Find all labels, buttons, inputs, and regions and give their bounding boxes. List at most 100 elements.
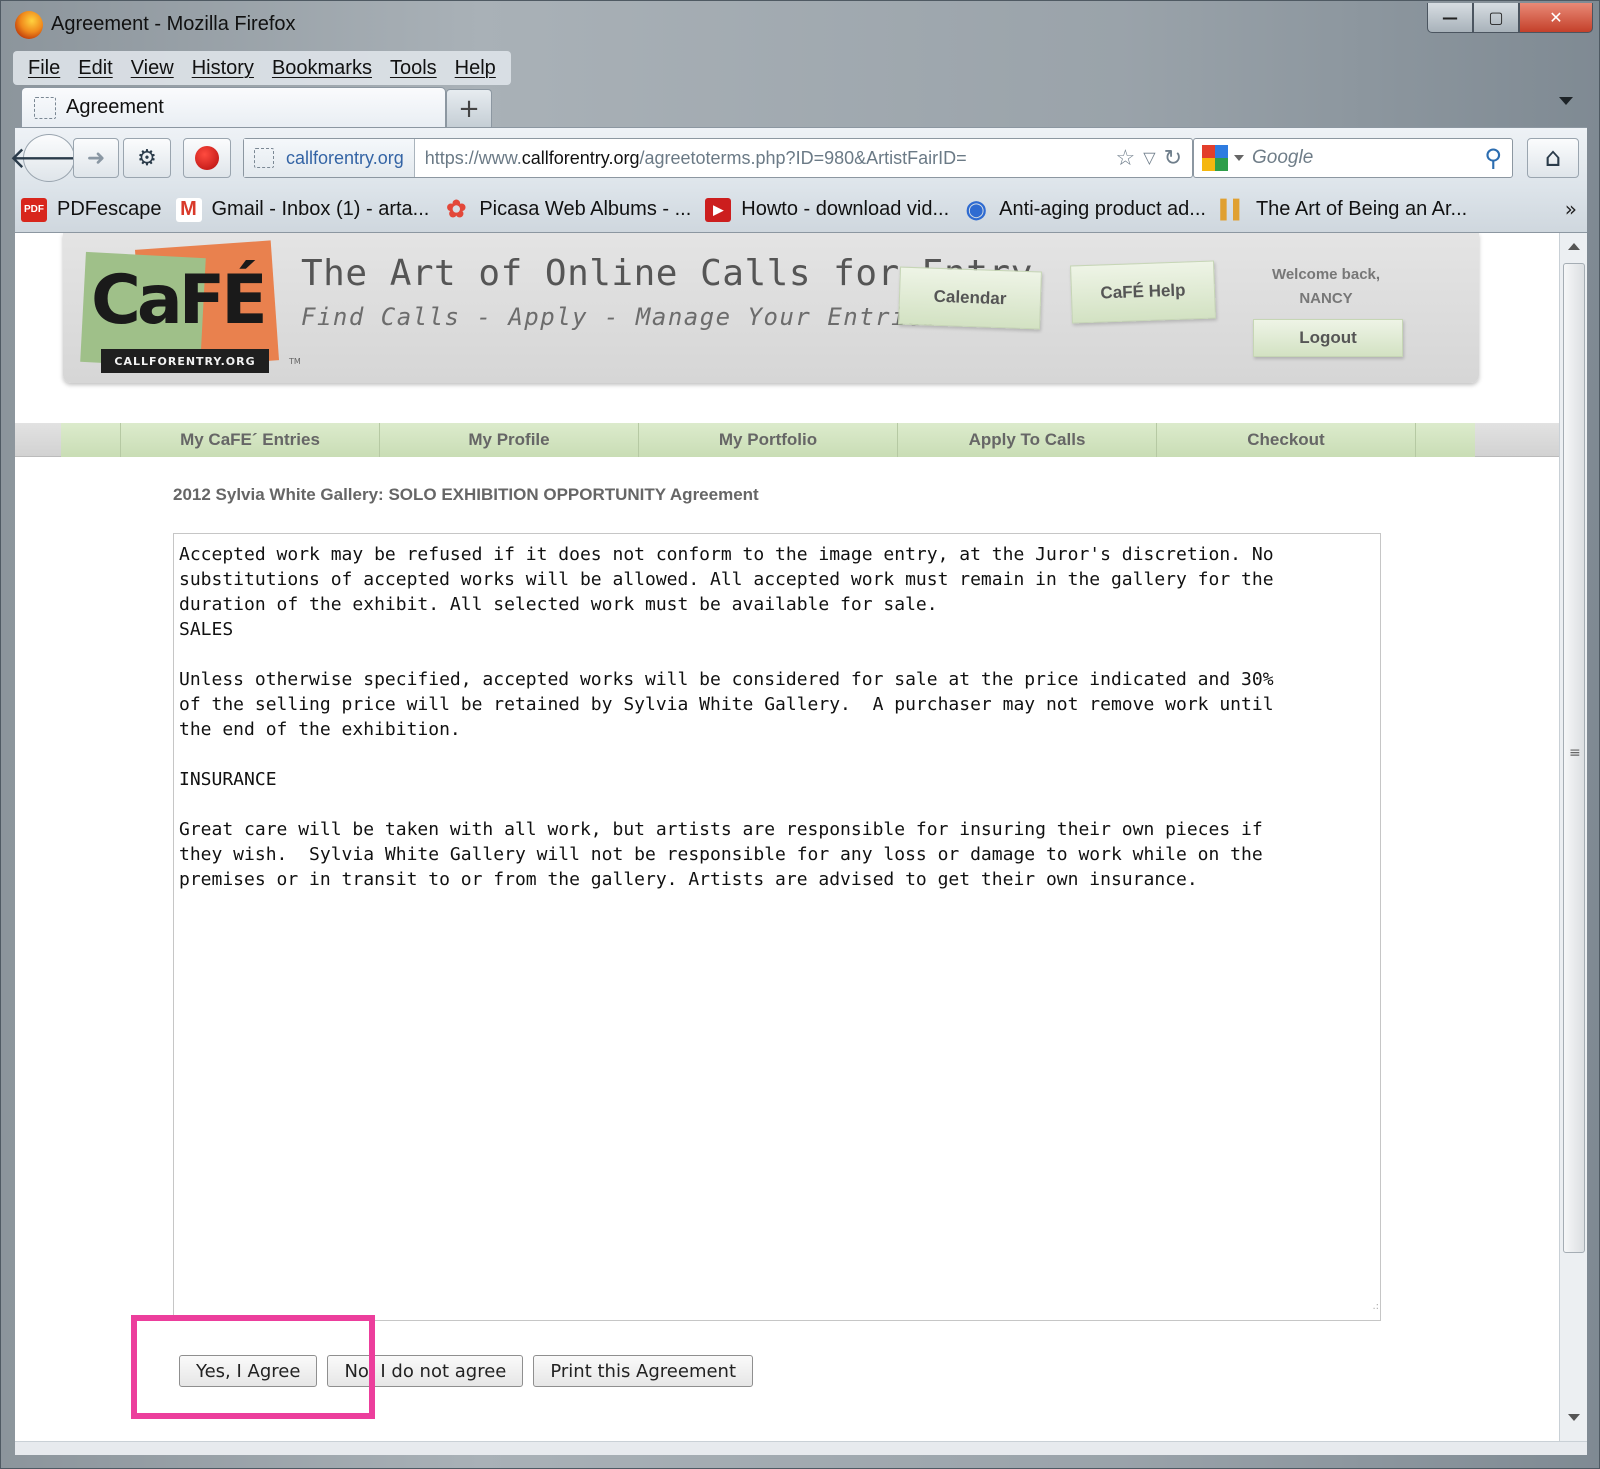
bookmark-label: Anti-aging product ad... (999, 198, 1206, 220)
search-magnifier-icon[interactable]: ⚲ (1484, 144, 1502, 172)
calendar-button[interactable]: Calendar (898, 266, 1042, 330)
bookmark-label: The Art of Being an Ar... (1255, 198, 1468, 220)
nav-checkout[interactable]: Checkout (1157, 423, 1416, 457)
page-viewport: CaFÉ CALLFORENTRY.ORG TM The Art of Onli… (15, 233, 1559, 1455)
bookmark-label: Howto - download vid... (741, 198, 950, 220)
agreement-textarea[interactable]: Accepted work may be refused if it does … (173, 533, 1381, 1321)
bookmark-pdfescape[interactable]: PDF PDFescape (21, 197, 162, 222)
menu-history[interactable]: History (183, 57, 263, 80)
scrollbar-thumb[interactable]: ≡ (1563, 263, 1585, 1253)
menu-view[interactable]: View (122, 57, 183, 80)
user-name: NANCY (1299, 290, 1353, 307)
scroll-up-icon[interactable] (1568, 243, 1580, 250)
tab-title: Agreement (66, 96, 164, 118)
bookmark-anti-aging[interactable]: ◉ Anti-aging product ad... (963, 196, 1206, 223)
site-subtagline: Find Calls - Apply - Manage Your Entries (301, 303, 939, 331)
cafe-help-button[interactable]: CaFÉ Help (1070, 260, 1216, 324)
window-title: Agreement - Mozilla Firefox (51, 13, 296, 35)
welcome-message: Welcome back, NANCY (1241, 263, 1411, 311)
bookmark-howto[interactable]: ▶ Howto - download vid... (705, 197, 950, 222)
logo-trademark: TM (289, 357, 301, 366)
print-agreement-button[interactable]: Print this Agreement (533, 1355, 754, 1387)
home-button[interactable]: ⌂ (1527, 138, 1579, 178)
menu-bookmarks[interactable]: Bookmarks (263, 57, 381, 80)
page-scrollbar[interactable]: ≡ (1559, 233, 1587, 1455)
nav-my-profile[interactable]: My Profile (380, 423, 639, 457)
logo-text: CaFÉ (91, 261, 268, 340)
addon-button[interactable]: ⚙ (123, 138, 171, 178)
bookmarks-overflow-icon[interactable]: » (1565, 197, 1577, 221)
globe-icon: ◉ (965, 196, 987, 223)
url-domain: callforentry.org (521, 147, 640, 168)
cafe-logo[interactable]: CaFÉ CALLFORENTRY.ORG TM (80, 240, 301, 373)
bookmark-art-of-being[interactable]: ▌▌ The Art of Being an Ar... (1220, 198, 1467, 222)
title-bar: Agreement - Mozilla Firefox — ▢ ✕ (1, 1, 1600, 49)
pdf-icon: PDF (21, 197, 47, 222)
search-input[interactable]: Google (1252, 147, 1313, 169)
welcome-text: Welcome back, (1271, 266, 1381, 283)
textarea-resize-grip-icon[interactable]: .: (1367, 1302, 1379, 1317)
menu-bar: File Edit View History Bookmarks Tools H… (13, 51, 511, 85)
url-path: /agreetoterms.php?ID=980&ArtistFairID= (639, 147, 967, 168)
close-button[interactable]: ✕ (1519, 3, 1593, 33)
record-icon (195, 146, 219, 170)
list-all-tabs-icon[interactable] (1559, 97, 1573, 105)
nav-apply-to-calls[interactable]: Apply To Calls (898, 423, 1157, 457)
scrollbar-grip-icon: ≡ (1569, 745, 1581, 761)
site-identity-button[interactable]: callforentry.org (244, 139, 415, 177)
nav-spacer (61, 423, 121, 457)
record-button[interactable] (183, 138, 231, 178)
nav-my-cafe-entries[interactable]: My CaFE´ Entries (121, 423, 380, 457)
bookmark-stripes-icon: ▌▌ (1220, 199, 1246, 219)
maximize-button[interactable]: ▢ (1473, 3, 1519, 33)
yes-i-agree-button[interactable]: Yes, I Agree (179, 1355, 318, 1387)
search-bar[interactable]: Google ⚲ (1193, 138, 1513, 178)
back-button[interactable]: 🡐 (9, 134, 89, 182)
bookmark-label: Picasa Web Albums - ... (479, 198, 692, 220)
no-i-do-not-agree-button[interactable]: No, I do not agree (327, 1355, 524, 1387)
logout-button[interactable]: Logout (1253, 319, 1403, 357)
youtube-icon: ▶ (705, 197, 732, 222)
site-header: CaFÉ CALLFORENTRY.ORG TM The Art of Onli… (63, 233, 1479, 383)
browser-window: Agreement - Mozilla Firefox — ▢ ✕ File E… (0, 0, 1600, 1469)
bookmark-star-icon[interactable]: ☆ (1116, 145, 1136, 171)
menu-file[interactable]: File (19, 57, 69, 80)
bookmark-gmail[interactable]: M Gmail - Inbox (1) - arta... (175, 197, 430, 222)
scroll-down-icon[interactable] (1568, 1414, 1580, 1421)
url-input[interactable]: https://www.callforentry.org/agreetoterm… (415, 148, 1035, 169)
picasa-icon: ✿ (446, 196, 467, 223)
bookmark-label: PDFescape (57, 198, 162, 220)
url-bar[interactable]: callforentry.org https://www.callforentr… (243, 138, 1193, 178)
addon-icon: ⚙ (137, 145, 157, 171)
firefox-logo-icon (15, 11, 43, 39)
url-bar-icons: ☆ ▽ ↻ (1108, 145, 1182, 171)
nav-my-portfolio[interactable]: My Portfolio (639, 423, 898, 457)
bookmark-picasa[interactable]: ✿ Picasa Web Albums - ... (443, 196, 692, 223)
site-navigation-bar: My CaFE´ Entries My Profile My Portfolio… (61, 423, 1475, 457)
site-navigation: My CaFE´ Entries My Profile My Portfolio… (15, 423, 1559, 457)
gmail-icon: M (175, 197, 202, 222)
google-icon[interactable] (1202, 145, 1228, 171)
window-controls: — ▢ ✕ (1427, 3, 1593, 33)
navigation-toolbar: 🡐 ➜ ⚙ callforentry.org https://www.callf… (9, 127, 1587, 187)
forward-button[interactable]: ➜ (73, 138, 119, 178)
agreement-title: 2012 Sylvia White Gallery: SOLO EXHIBITI… (173, 485, 759, 504)
minimize-button[interactable]: — (1427, 3, 1473, 33)
tab-agreement[interactable]: Agreement (21, 87, 446, 127)
forward-arrow-icon: ➜ (86, 145, 106, 171)
agreement-button-row: Yes, I Agree No, I do not agree Print th… (179, 1355, 763, 1387)
bookmarks-toolbar: PDF PDFescape M Gmail - Inbox (1) - arta… (15, 187, 1587, 233)
page-favicon-icon (34, 96, 56, 119)
site-identity-icon (254, 148, 274, 168)
menu-help[interactable]: Help (446, 57, 505, 80)
history-dropdown-icon[interactable]: ▽ (1143, 148, 1155, 168)
bookmark-label: Gmail - Inbox (1) - arta... (211, 198, 430, 220)
reload-icon[interactable]: ↻ (1164, 145, 1182, 171)
logo-strip: CALLFORENTRY.ORG (101, 349, 269, 373)
home-icon: ⌂ (1544, 143, 1562, 173)
search-engine-dropdown-icon[interactable] (1234, 155, 1244, 161)
page-bottom-edge (15, 1441, 1587, 1455)
new-tab-button[interactable]: + (446, 89, 492, 127)
menu-tools[interactable]: Tools (381, 57, 446, 80)
menu-edit[interactable]: Edit (69, 57, 121, 80)
